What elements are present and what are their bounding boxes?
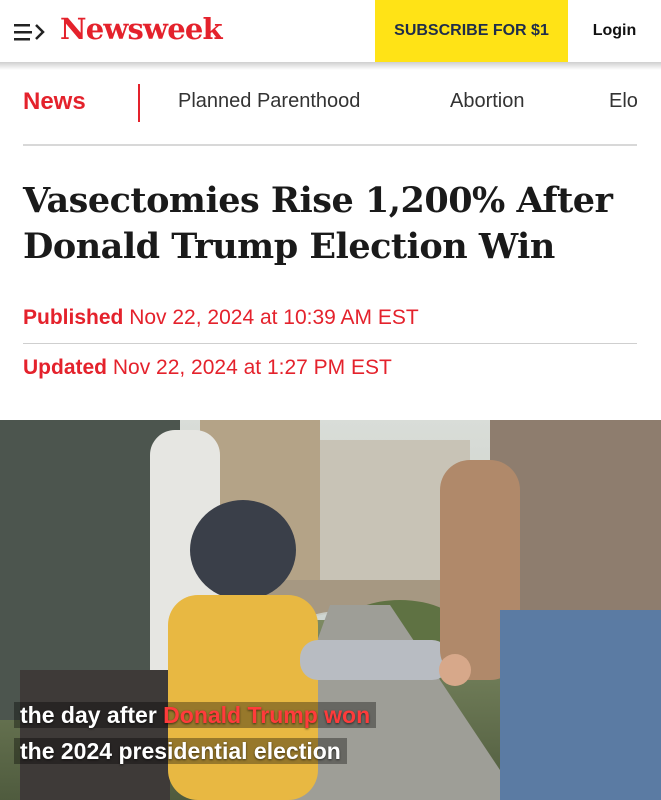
headline-line-1: Vasectomies Rise 1,200% After	[23, 180, 613, 221]
caption-highlight: Donald Trump won	[163, 702, 371, 728]
nav-item-abortion[interactable]: Abortion	[450, 90, 525, 113]
caption-text-1a: the day after	[20, 702, 164, 728]
nav-item-planned-parenthood[interactable]: Planned Parenthood	[178, 90, 360, 113]
published-dateline: Published Nov 22, 2024 at 10:39 AM EST	[23, 306, 419, 330]
menu-icon[interactable]	[14, 22, 48, 42]
login-button[interactable]: Login	[568, 0, 661, 62]
subscribe-button[interactable]: SUBSCRIBE FOR $1	[375, 0, 568, 62]
headline-line-2: Donald Trump Election Win	[23, 226, 555, 267]
article-hero-image[interactable]: the day after Donald Trump won the 2024 …	[0, 420, 661, 800]
updated-label: Updated	[23, 356, 107, 379]
caption-line-1: the day after Donald Trump won	[14, 702, 377, 729]
updated-date: Nov 22, 2024 at 1:27 PM EST	[112, 356, 392, 379]
caption-text-2: the 2024 presidential election	[14, 738, 347, 764]
published-date: Nov 22, 2024 at 10:39 AM EST	[129, 306, 419, 329]
section-nav: News Planned Parenthood Abortion Elo	[0, 78, 661, 130]
nav-item-elo[interactable]: Elo	[609, 90, 638, 113]
published-label: Published	[23, 306, 124, 329]
date-rule	[23, 343, 637, 344]
nav-rule	[23, 144, 637, 146]
updated-dateline: Updated Nov 22, 2024 at 1:27 PM EST	[23, 356, 392, 380]
newsweek-logo[interactable]: Newsweek	[60, 12, 223, 46]
nav-section-news[interactable]: News	[23, 88, 86, 116]
site-header: Newsweek SUBSCRIBE FOR $1 Login	[0, 0, 661, 62]
header-shadow	[0, 62, 661, 70]
caption-line-2: the 2024 presidential election	[14, 738, 347, 765]
article-headline: Vasectomies Rise 1,200% After Donald Tru…	[23, 178, 643, 270]
nav-divider	[138, 84, 140, 122]
